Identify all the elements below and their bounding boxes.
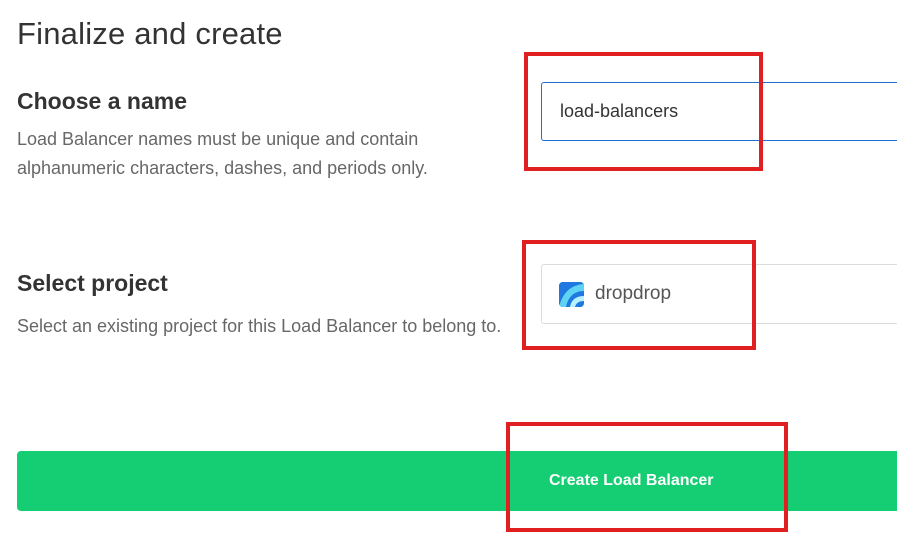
- select-project-description: Select an existing project for this Load…: [17, 316, 502, 336]
- selected-project-label: dropdrop: [595, 283, 672, 304]
- project-select[interactable]: dropdrop: [541, 264, 897, 324]
- choose-name-description: Load Balancer names must be unique and c…: [17, 129, 428, 178]
- select-project-heading: Select project: [17, 270, 168, 296]
- create-load-balancer-label: Create Load Balancer: [549, 472, 714, 489]
- page-title: Finalize and create: [17, 16, 283, 51]
- load-balancer-name-input[interactable]: [541, 82, 897, 141]
- project-logo-icon: [559, 281, 584, 307]
- choose-name-heading: Choose a name: [17, 88, 187, 114]
- finalize-page: Finalize and create Choose a name Load B…: [0, 0, 897, 545]
- create-load-balancer-button[interactable]: Create Load Balancer: [17, 451, 897, 511]
